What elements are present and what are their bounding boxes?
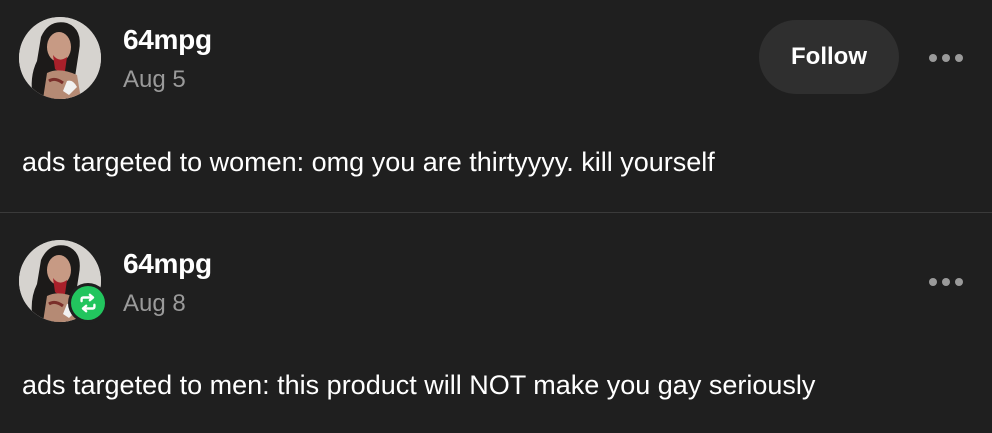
dot	[942, 54, 950, 62]
follow-button[interactable]: Follow	[759, 20, 899, 94]
post-text: ads targeted to women: omg you are thirt…	[22, 147, 715, 177]
dot	[929, 278, 937, 286]
avatar-image	[19, 17, 101, 99]
more-options-icon[interactable]	[922, 43, 970, 73]
post-username[interactable]: 64mpg	[123, 24, 212, 56]
reblog-badge	[68, 283, 108, 323]
dot	[955, 278, 963, 286]
more-options-icon[interactable]	[922, 267, 970, 297]
post-text: ads targeted to men: this product will N…	[22, 370, 816, 400]
post-date[interactable]: Aug 8	[123, 290, 186, 318]
reblog-icon	[71, 286, 105, 320]
dot	[955, 54, 963, 62]
post-username[interactable]: 64mpg	[123, 248, 212, 280]
post-date[interactable]: Aug 5	[123, 66, 186, 94]
user-avatar[interactable]	[19, 17, 101, 99]
dot	[929, 54, 937, 62]
reblog-arrows-icon	[80, 293, 96, 313]
post: 64mpg Aug 5 Follow ads targeted to women…	[0, 0, 992, 212]
post: 64mpg Aug 8 ads targeted to men: this pr…	[0, 213, 992, 433]
dot	[942, 278, 950, 286]
